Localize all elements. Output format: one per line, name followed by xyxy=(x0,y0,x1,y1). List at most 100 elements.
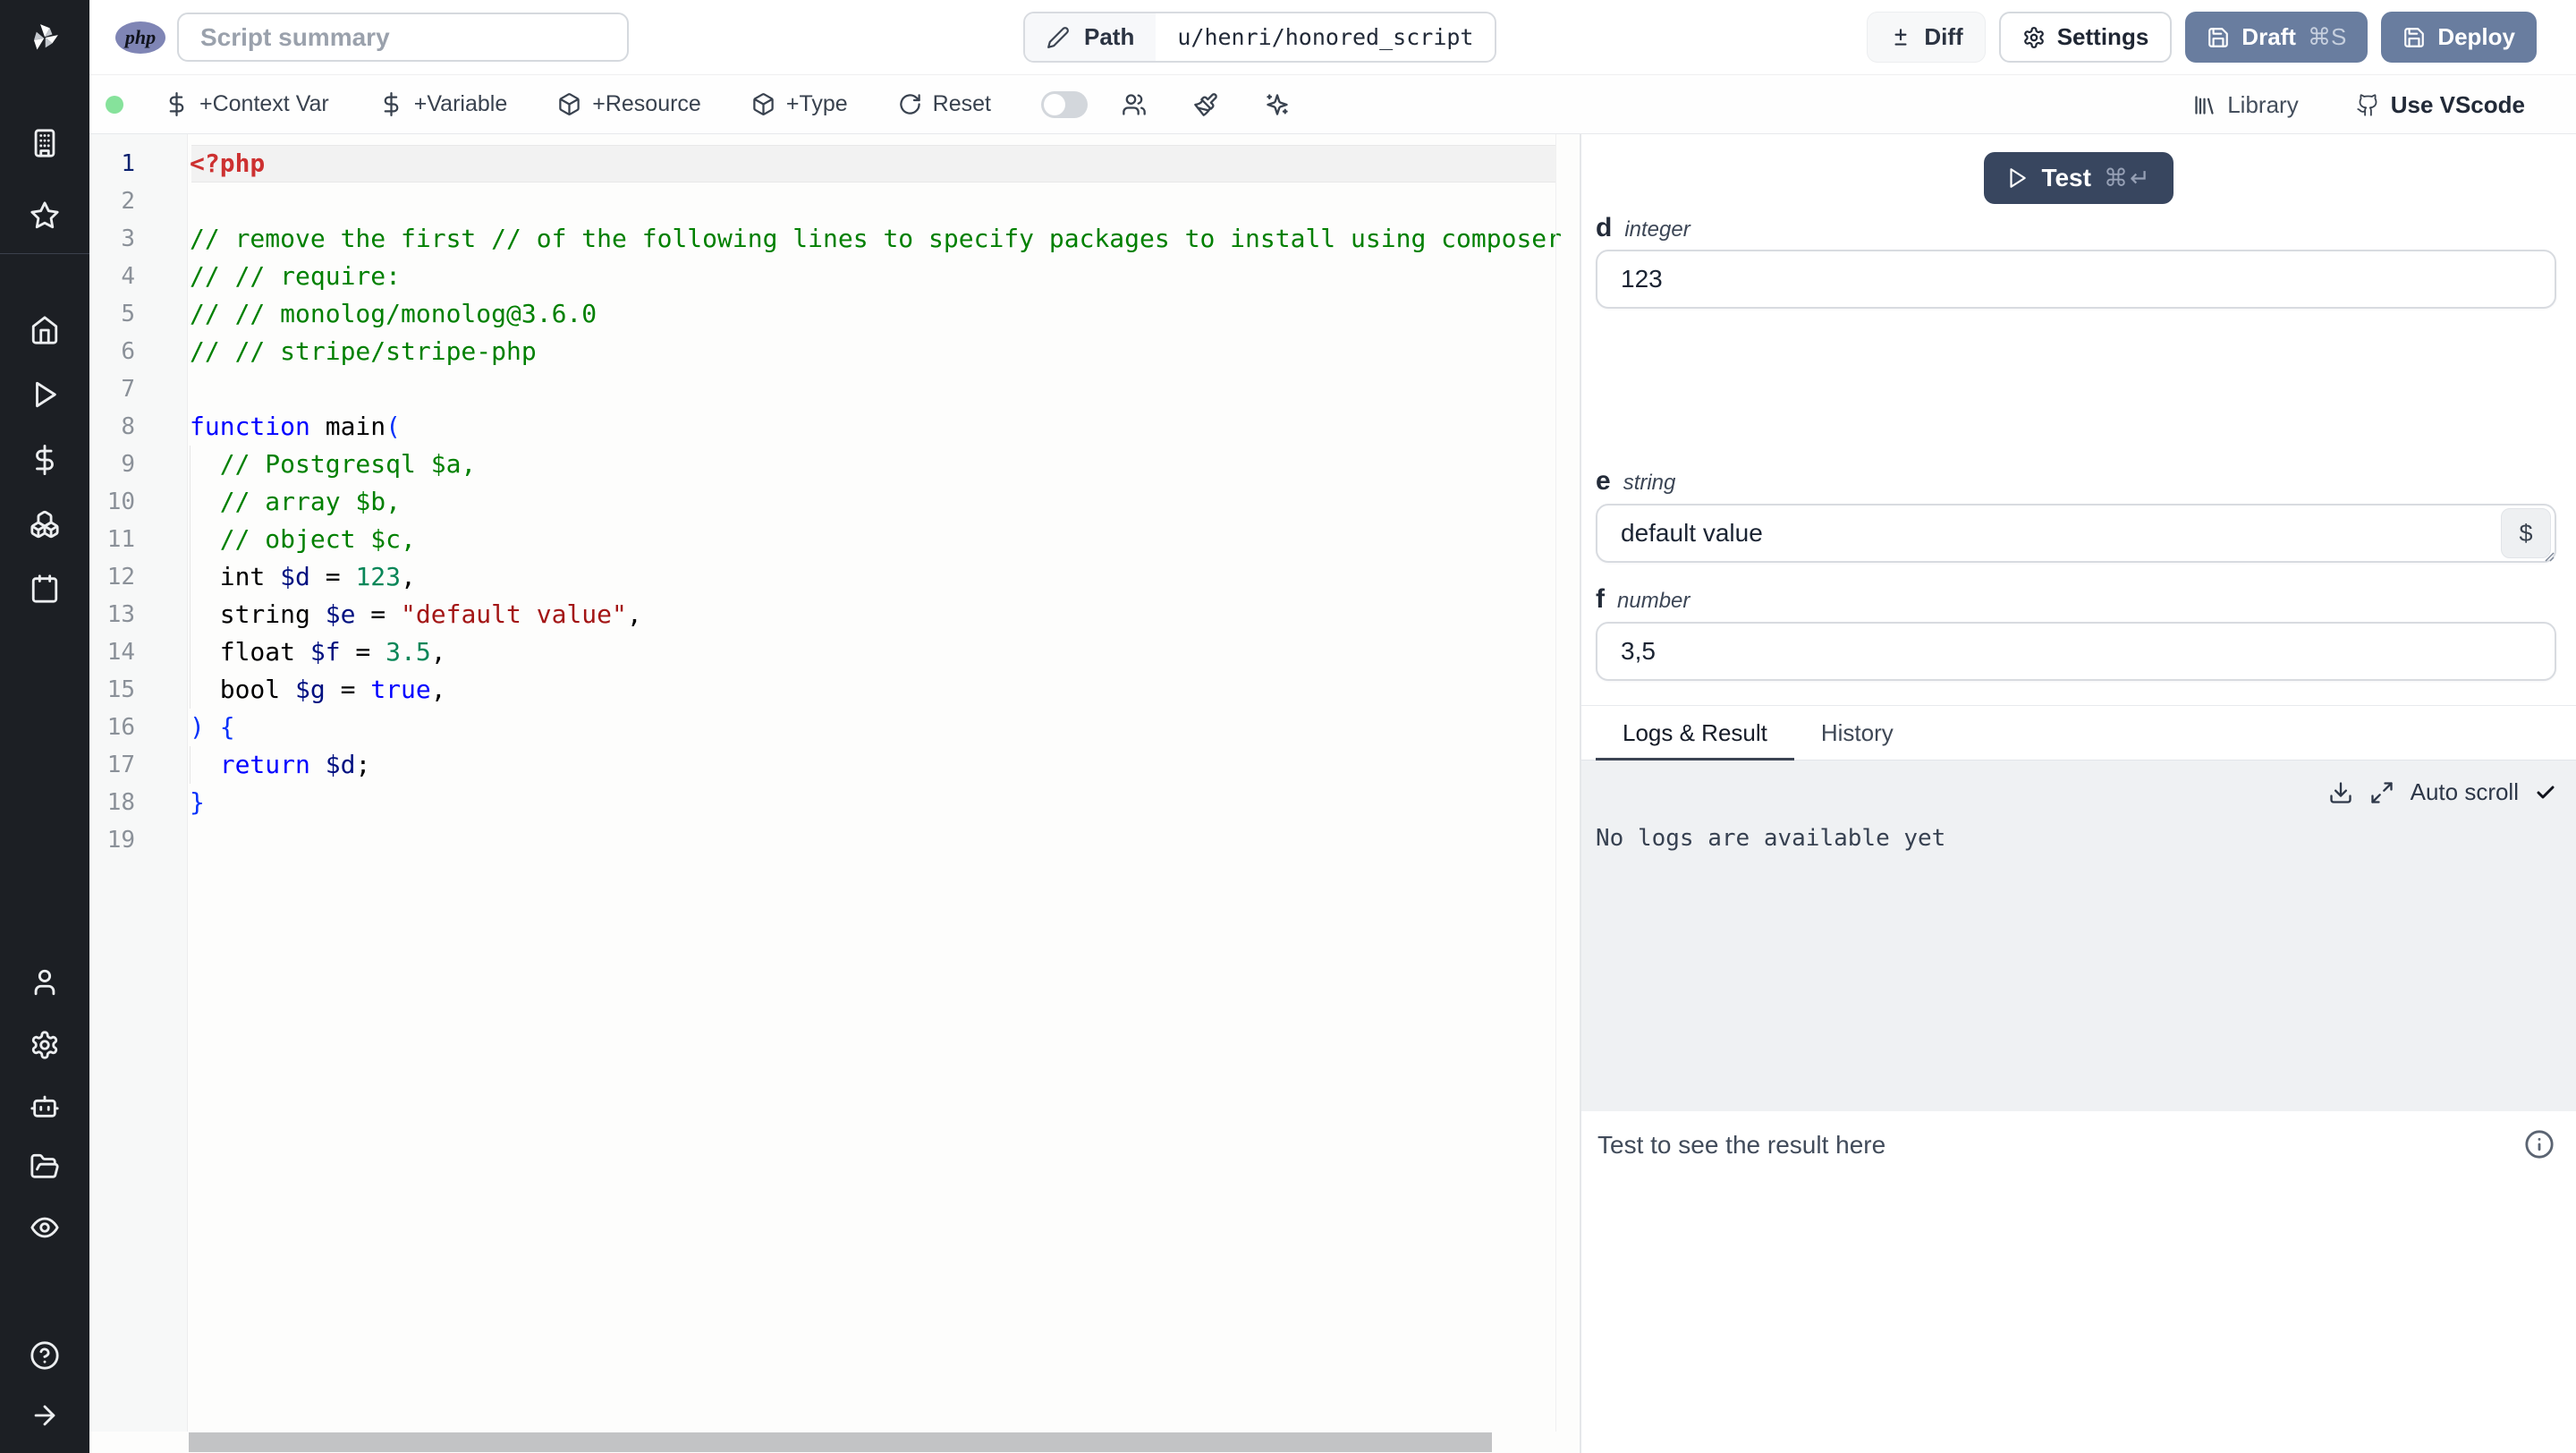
arg-e-input[interactable] xyxy=(1596,504,2556,563)
code-line[interactable]: // object $c, xyxy=(190,521,1556,558)
test-shortcut: ⌘↵ xyxy=(2103,164,2152,191)
result-tabs: Logs & Result History xyxy=(1581,705,2576,761)
package-icon xyxy=(559,93,580,115)
workers-bot-icon[interactable] xyxy=(23,1084,66,1127)
assistant-toggle[interactable] xyxy=(1040,90,1088,118)
app-sidebar xyxy=(0,0,89,1453)
code-line[interactable]: string $e = "default value", xyxy=(190,596,1556,633)
use-vscode-button[interactable]: Use VScode xyxy=(2356,91,2525,119)
multiplayer-users-icon[interactable] xyxy=(1122,92,1147,117)
workspace-building-icon[interactable] xyxy=(23,122,66,165)
info-icon[interactable] xyxy=(2524,1129,2555,1160)
script-summary-input[interactable] xyxy=(177,13,629,62)
save-icon xyxy=(2208,27,2229,47)
line-number: 14 xyxy=(106,639,135,666)
resources-boxes-icon[interactable] xyxy=(23,503,66,546)
path-value[interactable]: u/henri/honored_script xyxy=(1156,13,1495,61)
auto-scroll-check-icon[interactable] xyxy=(2535,782,2556,803)
resize-grip-icon[interactable] xyxy=(2540,548,2555,562)
use-vscode-label: Use VScode xyxy=(2390,90,2525,118)
deploy-label: Deploy xyxy=(2437,23,2515,50)
code-line[interactable]: // // stripe/stripe-php xyxy=(190,333,1556,370)
code-line[interactable]: <?php xyxy=(190,145,1556,183)
code-line[interactable]: // // require: xyxy=(190,258,1556,295)
code-line[interactable]: function main( xyxy=(190,408,1556,446)
help-icon[interactable] xyxy=(23,1334,66,1377)
code-line[interactable]: ) { xyxy=(190,709,1556,746)
gutter: 1 2 3 4 5 6 7 8 9 10 11 12 13 14 15 16 17 18 19 xyxy=(89,134,188,1432)
code-line[interactable] xyxy=(190,183,1556,220)
code-lines[interactable]: <?php // remove the first // of the follo… xyxy=(190,134,1562,1432)
home-icon[interactable] xyxy=(23,309,66,352)
windmill-logo-icon[interactable] xyxy=(23,16,66,59)
arg-f-input[interactable] xyxy=(1596,622,2556,681)
line-number: 18 xyxy=(106,789,135,816)
expand-logs-icon[interactable] xyxy=(2369,780,2394,805)
variables-dollar-icon[interactable] xyxy=(23,438,66,481)
deploy-button[interactable]: Deploy xyxy=(2381,12,2537,63)
code-line[interactable]: // // monolog/monolog@3.6.0 xyxy=(190,295,1556,333)
diff-button[interactable]: Diff xyxy=(1867,12,1986,63)
settings-label: Settings xyxy=(2056,23,2149,50)
editor-ruler xyxy=(1555,134,1556,1432)
context-var-label: +Context Var xyxy=(199,91,329,116)
user-icon[interactable] xyxy=(23,961,66,1004)
code-line[interactable]: // remove the first // of the following … xyxy=(190,220,1562,258)
settings-button[interactable]: Settings xyxy=(1998,12,2173,63)
variable-label: +Variable xyxy=(413,91,508,116)
code-line[interactable] xyxy=(190,821,1556,859)
arg-name: f xyxy=(1596,584,1605,614)
php-language-badge: php xyxy=(115,21,165,54)
audit-eye-icon[interactable] xyxy=(23,1206,66,1249)
settings-gear-icon[interactable] xyxy=(23,1024,66,1066)
download-logs-icon[interactable] xyxy=(2328,780,2353,805)
library-button[interactable]: Library xyxy=(2192,91,2299,119)
draft-button[interactable]: Draft ⌘S xyxy=(2185,12,2368,63)
arg-d-label: d integer xyxy=(1596,213,1690,243)
reset-button[interactable]: Reset xyxy=(898,91,991,117)
save-icon xyxy=(2404,27,2425,47)
arg-d-input[interactable] xyxy=(1596,250,2556,309)
arg-name: d xyxy=(1596,213,1613,242)
add-type-button[interactable]: +Type xyxy=(751,91,848,117)
reset-label: Reset xyxy=(932,91,991,116)
schedules-calendar-icon[interactable] xyxy=(23,567,66,610)
path-label-section[interactable]: Path xyxy=(1025,13,1157,61)
code-editor[interactable]: 1 2 3 4 5 6 7 8 9 10 11 12 13 14 15 16 17 18 19 <?php// re… xyxy=(89,134,1580,1453)
code-line[interactable]: int $d = 123, xyxy=(190,558,1556,596)
expand-sidebar-arrow-icon[interactable] xyxy=(23,1394,66,1437)
folders-icon[interactable] xyxy=(23,1145,66,1188)
plus-minus-icon xyxy=(1894,28,1907,46)
code-line[interactable]: // array $b, xyxy=(190,483,1556,521)
package-icon xyxy=(753,93,774,115)
tab-logs-result[interactable]: Logs & Result xyxy=(1596,706,1794,761)
add-variable-button[interactable]: +Variable xyxy=(379,91,507,117)
runs-play-icon[interactable] xyxy=(23,373,66,416)
test-button[interactable]: Test ⌘↵ xyxy=(1984,152,2174,204)
library-icon xyxy=(2195,95,2214,115)
add-context-var-button[interactable]: +Context Var xyxy=(165,91,329,117)
code-line[interactable]: return $d; xyxy=(190,746,1556,784)
code-line[interactable]: // Postgresql $a, xyxy=(190,446,1556,483)
line-number: 19 xyxy=(106,827,135,854)
add-resource-button[interactable]: +Resource xyxy=(557,91,701,117)
auto-scroll-label[interactable]: Auto scroll xyxy=(2411,778,2519,806)
line-number: 16 xyxy=(106,714,135,741)
code-line[interactable]: } xyxy=(190,784,1556,821)
code-line[interactable]: bool $g = true, xyxy=(190,671,1556,709)
code-line[interactable] xyxy=(190,370,1556,408)
tab-history[interactable]: History xyxy=(1794,706,1920,760)
logs-pane: Auto scroll No logs are available yet xyxy=(1581,760,2576,1111)
editor-toolbar: +Context Var +Variable +Resource +Type R… xyxy=(89,75,2576,134)
arg-e-label: e string xyxy=(1596,466,1675,497)
arg-name: e xyxy=(1596,466,1611,496)
topbar: php Path u/henri/honored_script Diff Set… xyxy=(89,0,2576,75)
ai-sparkles-icon[interactable] xyxy=(1265,92,1290,117)
line-number: 4 xyxy=(121,263,135,290)
path-chip[interactable]: Path u/henri/honored_script xyxy=(1023,12,1497,63)
code-line[interactable]: float $f = 3.5, xyxy=(190,633,1556,671)
horizontal-scrollbar[interactable] xyxy=(189,1432,1492,1452)
favorites-star-icon[interactable] xyxy=(23,194,66,237)
format-paintbrush-icon[interactable] xyxy=(1193,92,1218,117)
github-icon xyxy=(2357,93,2377,116)
